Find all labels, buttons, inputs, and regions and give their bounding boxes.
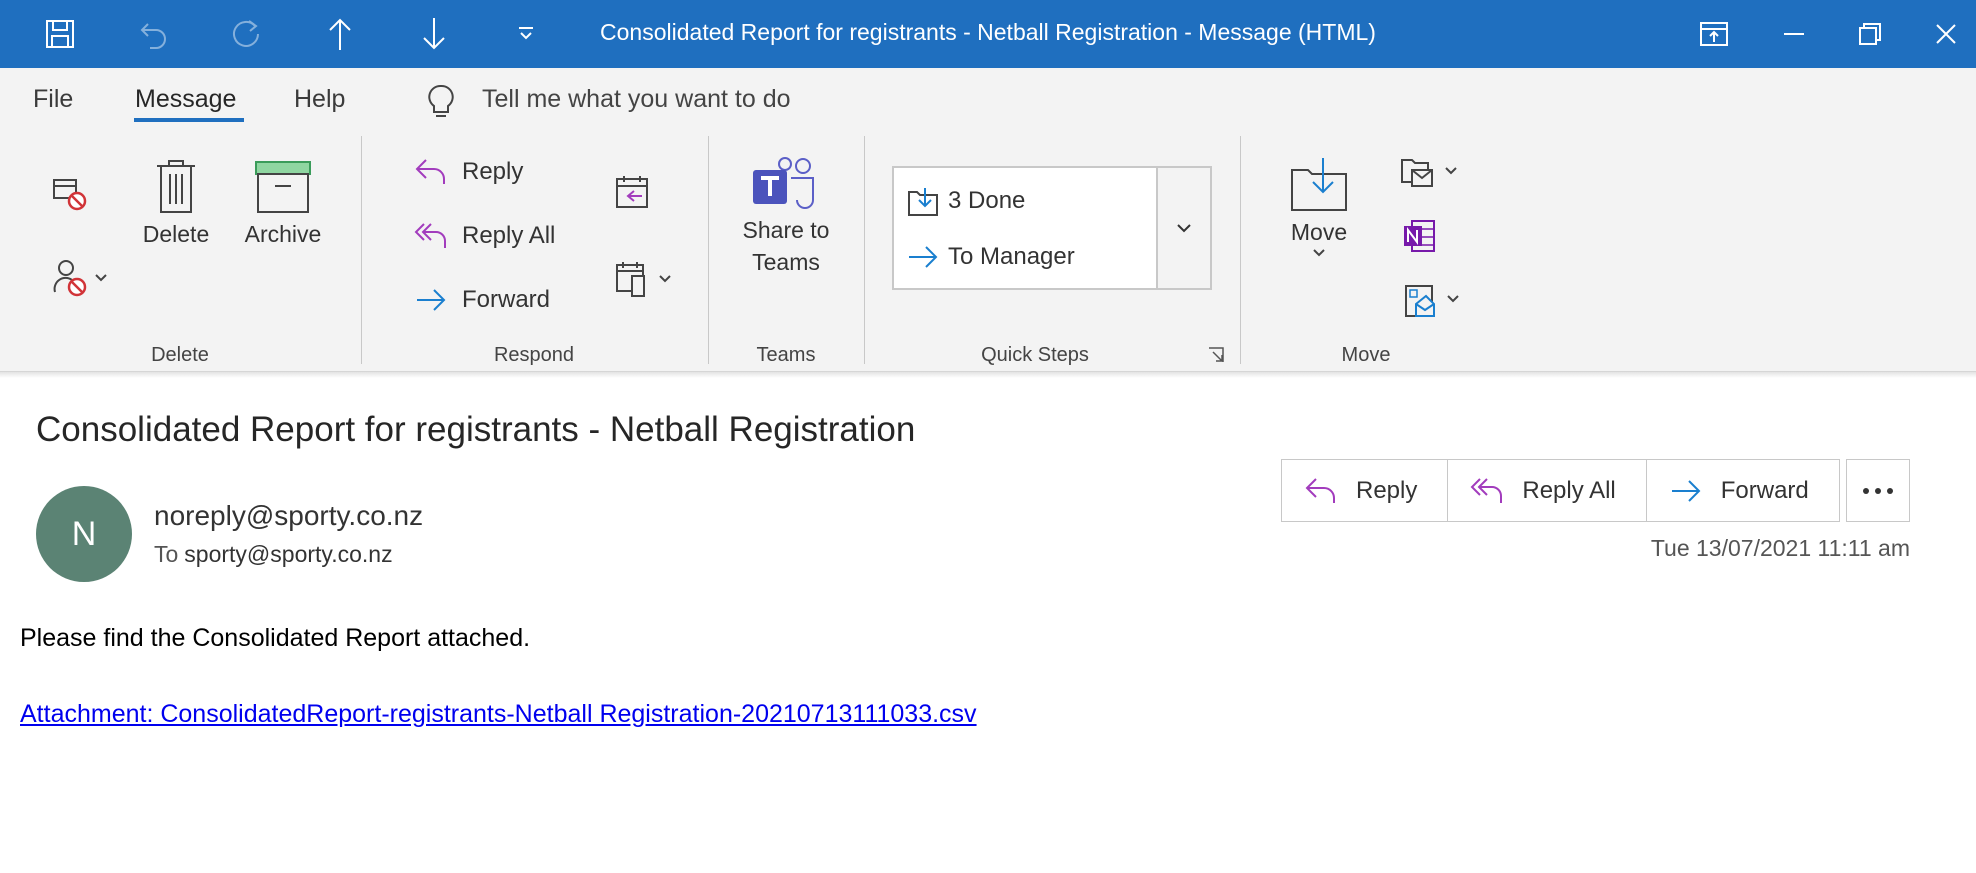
- rules-icon[interactable]: [1400, 154, 1460, 199]
- reply-action-button[interactable]: Reply: [1282, 460, 1449, 521]
- share-to-teams-button[interactable]: Share to Teams: [734, 156, 838, 278]
- attachment-link[interactable]: Attachment: ConsolidatedReport-registran…: [20, 700, 977, 729]
- more-actions-button[interactable]: [1846, 459, 1910, 522]
- archive-button[interactable]: Archive: [236, 160, 330, 250]
- forward-button[interactable]: Forward: [414, 284, 550, 316]
- quick-step-label: To Manager: [948, 243, 1075, 270]
- share-teams-label-2: Teams: [752, 249, 820, 275]
- ribbon-shadow: [0, 372, 1976, 378]
- group-label-move: Move: [1341, 344, 1391, 366]
- ribbon: Delete Archive Delete Reply Reply All Fo…: [0, 130, 1976, 372]
- reply-all-icon: [1470, 477, 1503, 503]
- minimize-icon[interactable]: [1774, 14, 1814, 54]
- quick-step-to-manager[interactable]: To Manager: [906, 242, 1075, 272]
- reply-label: Reply: [462, 158, 524, 185]
- avatar-initial: N: [71, 514, 97, 553]
- onenote-icon[interactable]: [1402, 218, 1436, 259]
- tab-help[interactable]: Help: [294, 85, 345, 114]
- share-teams-label-1: Share to: [742, 217, 830, 243]
- quick-steps-gallery: 3 Done To Manager: [892, 166, 1212, 290]
- reply-action-label: Reply: [1356, 476, 1418, 504]
- ellipsis-icon: [1863, 487, 1893, 494]
- ribbon-separator: [708, 136, 709, 364]
- move-label: Move: [1290, 219, 1348, 245]
- restore-icon[interactable]: [1850, 14, 1890, 54]
- recipient-line: To sporty@sporty.co.nz: [154, 541, 393, 568]
- delete-button[interactable]: Delete: [138, 158, 214, 250]
- meeting-reply-icon[interactable]: [614, 174, 652, 217]
- forward-action-label: Forward: [1720, 476, 1809, 504]
- message-actions: Reply Reply All Forward: [1281, 459, 1840, 522]
- group-label-teams: Teams: [756, 344, 816, 366]
- active-tab-indicator: [134, 118, 244, 122]
- reply-all-label: Reply All: [462, 222, 556, 249]
- reply-all-button[interactable]: Reply All: [414, 220, 555, 252]
- chevron-down-icon: [1313, 249, 1325, 257]
- close-icon[interactable]: [1926, 14, 1966, 54]
- move-button[interactable]: Move: [1276, 156, 1362, 258]
- window-title: Consolidated Report for registrants - Ne…: [600, 19, 1376, 45]
- chevron-down-icon: [1177, 224, 1191, 233]
- tab-message[interactable]: Message: [135, 85, 236, 114]
- title-bar: Consolidated Report for registrants - Ne…: [0, 0, 1976, 68]
- message-subject: Consolidated Report for registrants - Ne…: [36, 410, 916, 449]
- to-label: To: [154, 541, 179, 567]
- message-datetime: Tue 13/07/2021 11:11 am: [1650, 535, 1910, 561]
- ribbon-display-icon[interactable]: [1694, 14, 1734, 54]
- archive-label: Archive: [244, 221, 322, 247]
- menu-bar: File Message Help Tell me what you want …: [0, 68, 1976, 130]
- quick-steps-expand-button[interactable]: [1158, 168, 1210, 288]
- forward-icon: [1671, 479, 1701, 502]
- quick-step-3-done[interactable]: 3 Done: [906, 184, 1025, 218]
- more-respond-icon[interactable]: [614, 260, 672, 303]
- lightbulb-icon: [424, 82, 458, 122]
- reply-icon: [1305, 477, 1335, 503]
- tab-file[interactable]: File: [33, 85, 73, 114]
- group-label-quick-steps: Quick Steps: [981, 344, 1089, 366]
- forward-label: Forward: [462, 286, 551, 313]
- quick-step-label: 3 Done: [948, 187, 1026, 214]
- reply-all-action-label: Reply All: [1522, 476, 1616, 504]
- ribbon-separator: [1240, 136, 1241, 364]
- actions-icon[interactable]: [1404, 282, 1462, 327]
- reply-all-action-button[interactable]: Reply All: [1448, 460, 1647, 521]
- message-body-text: Please find the Consolidated Report atta…: [20, 624, 531, 652]
- group-label-respond: Respond: [493, 344, 575, 366]
- ribbon-separator: [864, 136, 865, 364]
- dialog-launcher-icon[interactable]: [1207, 346, 1225, 369]
- ignore-icon[interactable]: [52, 176, 88, 217]
- reply-button[interactable]: Reply: [414, 156, 523, 188]
- delete-label: Delete: [142, 221, 210, 247]
- ribbon-separator: [361, 136, 362, 364]
- group-label-delete: Delete: [151, 344, 209, 366]
- sender-address[interactable]: noreply@sporty.co.nz: [154, 500, 423, 532]
- junk-icon[interactable]: [52, 258, 108, 303]
- tell-me-search[interactable]: Tell me what you want to do: [482, 85, 791, 114]
- recipient-address[interactable]: sporty@sporty.co.nz: [184, 541, 392, 567]
- avatar: N: [36, 486, 132, 582]
- forward-action-button[interactable]: Forward: [1647, 460, 1839, 521]
